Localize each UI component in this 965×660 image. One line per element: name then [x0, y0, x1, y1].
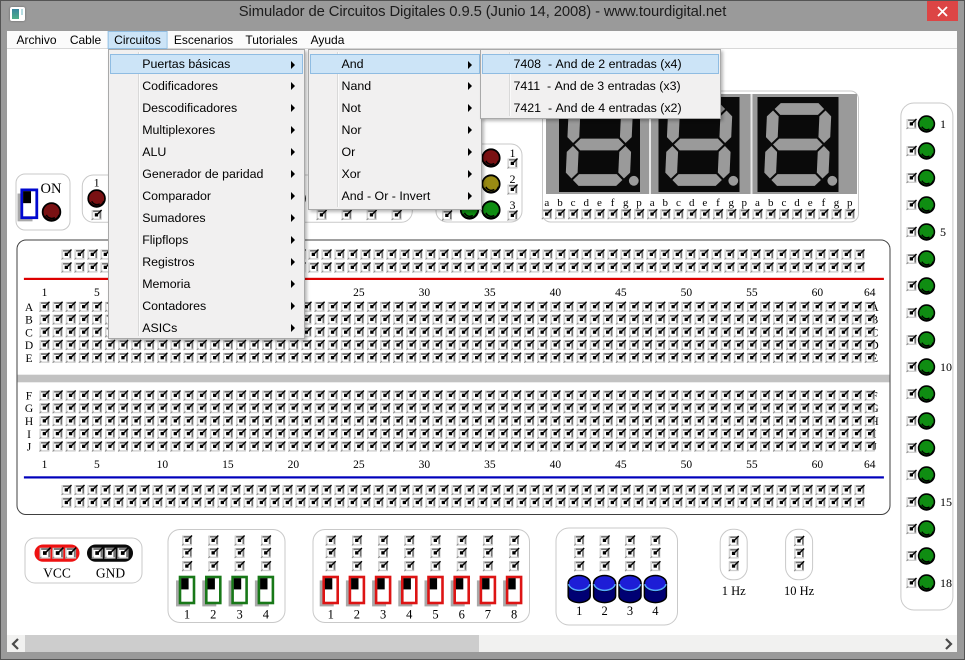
svg-text:c: c: [571, 197, 576, 209]
svg-text:7: 7: [485, 608, 491, 622]
svg-text:60: 60: [812, 287, 824, 299]
svg-text:VCC: VCC: [43, 566, 71, 581]
svg-text:b: b: [768, 197, 774, 209]
svg-text:e: e: [702, 197, 707, 209]
svg-text:B: B: [25, 315, 33, 327]
svg-text:I: I: [27, 429, 31, 441]
svg-text:2: 2: [510, 172, 516, 186]
svg-text:d: d: [584, 197, 590, 209]
svg-text:3: 3: [627, 604, 633, 618]
svg-text:3: 3: [510, 198, 516, 212]
svg-text:5: 5: [94, 459, 100, 471]
svg-text:1: 1: [94, 176, 100, 190]
svg-text:4: 4: [263, 608, 270, 622]
svg-text:b: b: [663, 197, 669, 209]
svg-text:45: 45: [615, 287, 627, 299]
svg-text:c: c: [676, 197, 681, 209]
svg-text:G: G: [25, 403, 33, 415]
svg-text:5: 5: [94, 287, 100, 299]
svg-text:p: p: [847, 197, 853, 209]
svg-text:F: F: [26, 391, 32, 403]
svg-text:g: g: [728, 197, 734, 209]
svg-text:1: 1: [42, 287, 48, 299]
svg-text:c: c: [781, 197, 786, 209]
svg-text:2: 2: [210, 608, 216, 622]
svg-text:1: 1: [328, 608, 334, 622]
svg-text:1: 1: [42, 459, 48, 471]
svg-text:1: 1: [184, 608, 190, 622]
svg-text:30: 30: [419, 459, 431, 471]
svg-text:1: 1: [940, 117, 946, 131]
svg-text:f: f: [822, 197, 826, 209]
svg-text:45: 45: [615, 459, 627, 471]
svg-text:g: g: [834, 197, 840, 209]
svg-text:50: 50: [681, 459, 693, 471]
svg-text:55: 55: [746, 287, 758, 299]
svg-text:2: 2: [601, 604, 607, 618]
svg-text:d: d: [689, 197, 695, 209]
svg-text:H: H: [25, 416, 33, 428]
svg-text:e: e: [597, 197, 602, 209]
svg-text:40: 40: [550, 459, 562, 471]
svg-text:a: a: [755, 197, 760, 209]
svg-text:a: a: [650, 197, 655, 209]
svg-text:d: d: [794, 197, 800, 209]
svg-text:f: f: [611, 197, 615, 209]
svg-text:D: D: [25, 340, 33, 352]
svg-text:64: 64: [864, 459, 876, 471]
svg-text:4: 4: [406, 608, 413, 622]
svg-text:J: J: [27, 442, 32, 454]
svg-text:15: 15: [222, 459, 234, 471]
svg-text:e: e: [808, 197, 813, 209]
svg-text:5: 5: [432, 608, 438, 622]
svg-text:2: 2: [354, 608, 360, 622]
svg-text:35: 35: [484, 459, 496, 471]
svg-text:35: 35: [484, 287, 496, 299]
svg-text:10: 10: [157, 459, 169, 471]
svg-text:3: 3: [236, 608, 242, 622]
svg-text:A: A: [25, 302, 34, 314]
svg-text:60: 60: [812, 459, 824, 471]
svg-text:4: 4: [652, 604, 659, 618]
svg-text:25: 25: [353, 459, 365, 471]
svg-text:p: p: [636, 197, 642, 209]
svg-text:25: 25: [353, 287, 365, 299]
svg-text:3: 3: [380, 608, 386, 622]
svg-text:GND: GND: [96, 566, 125, 581]
svg-text:5: 5: [940, 225, 946, 239]
svg-text:15: 15: [940, 495, 952, 509]
svg-text:18: 18: [940, 576, 952, 590]
svg-text:8: 8: [511, 608, 517, 622]
svg-text:b: b: [557, 197, 563, 209]
svg-text:1: 1: [576, 604, 582, 618]
svg-text:p: p: [742, 197, 748, 209]
svg-text:f: f: [716, 197, 720, 209]
svg-text:ON: ON: [41, 181, 62, 197]
svg-text:g: g: [623, 197, 629, 209]
svg-text:64: 64: [864, 287, 876, 299]
svg-text:1: 1: [510, 146, 516, 160]
svg-text:C: C: [25, 327, 33, 339]
svg-text:20: 20: [288, 459, 300, 471]
svg-text:30: 30: [419, 287, 431, 299]
svg-text:10 Hz: 10 Hz: [784, 584, 815, 598]
svg-text:40: 40: [550, 287, 562, 299]
svg-text:10: 10: [940, 360, 952, 374]
svg-text:55: 55: [746, 459, 758, 471]
svg-text:1 Hz: 1 Hz: [722, 584, 746, 598]
svg-text:6: 6: [459, 608, 465, 622]
svg-text:E: E: [25, 353, 32, 365]
svg-text:a: a: [544, 197, 549, 209]
svg-text:50: 50: [681, 287, 693, 299]
